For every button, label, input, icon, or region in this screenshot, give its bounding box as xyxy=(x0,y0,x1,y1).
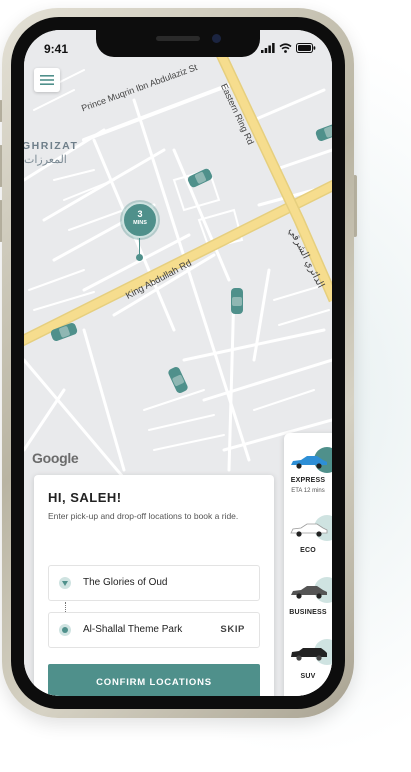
pickup-marker-icon xyxy=(59,577,71,589)
greeting-title: HI, SALEH! xyxy=(48,490,122,505)
eta-number: 3 xyxy=(137,209,143,219)
ride-option-eco[interactable]: ECO xyxy=(284,511,332,561)
eta-unit: MINS xyxy=(133,220,147,226)
car-icon xyxy=(290,523,328,537)
dropoff-value: Al-Shallal Theme Park xyxy=(83,624,183,635)
car-icon xyxy=(291,586,327,599)
pickup-value: The Glories of Oud xyxy=(83,577,168,588)
battery-icon xyxy=(296,43,316,53)
ride-option-label: EXPRESS xyxy=(290,477,326,484)
ride-option-express[interactable]: EXPRESS ETA 12 mins xyxy=(284,447,332,503)
district-label-arabic: المعرزات xyxy=(24,154,67,166)
ride-option-label: BUSINESS xyxy=(289,609,327,616)
front-camera xyxy=(212,34,221,43)
ride-option-suv[interactable]: SUV xyxy=(284,635,332,691)
ride-option-business[interactable]: BUSINESS xyxy=(284,573,332,623)
hamburger-icon xyxy=(40,75,54,85)
car-icon xyxy=(291,456,327,469)
ride-option-label: ECO xyxy=(300,547,316,554)
booking-instructions: Enter pick-up and drop-off locations to … xyxy=(48,511,239,521)
status-time: 9:41 xyxy=(44,42,69,56)
ride-option-label: SUV xyxy=(300,673,316,680)
confirm-locations-button[interactable]: CONFIRM LOCATIONS xyxy=(48,664,260,696)
district-label: GHRIZAT xyxy=(24,140,79,152)
app-screen: Prince Muqrin Ibn Abdulaziz St Eastern R… xyxy=(24,30,332,696)
pickup-pin-dot xyxy=(136,254,143,261)
ride-options-panel: EXPRESS ETA 12 mins ECO BUSINESS SUV xyxy=(284,433,332,696)
signal-icon xyxy=(261,43,275,53)
eta-marker[interactable]: 3 MINS xyxy=(122,202,158,238)
speaker xyxy=(156,36,200,41)
ride-option-eta: ETA 12 mins xyxy=(291,488,325,494)
wifi-icon xyxy=(279,43,292,53)
car-marker xyxy=(231,288,243,314)
dropoff-field[interactable]: Al-Shallal Theme Park SKIP xyxy=(48,612,260,648)
status-icons xyxy=(261,43,316,53)
google-attribution: Google xyxy=(32,450,79,466)
booking-card: HI, SALEH! Enter pick-up and drop-off lo… xyxy=(34,475,274,696)
pickup-field[interactable]: The Glories of Oud xyxy=(48,565,260,601)
skip-button[interactable]: SKIP xyxy=(220,624,245,635)
dropoff-marker-icon xyxy=(59,624,71,636)
menu-button[interactable] xyxy=(34,68,60,92)
car-icon xyxy=(291,648,327,661)
notch xyxy=(96,30,260,57)
